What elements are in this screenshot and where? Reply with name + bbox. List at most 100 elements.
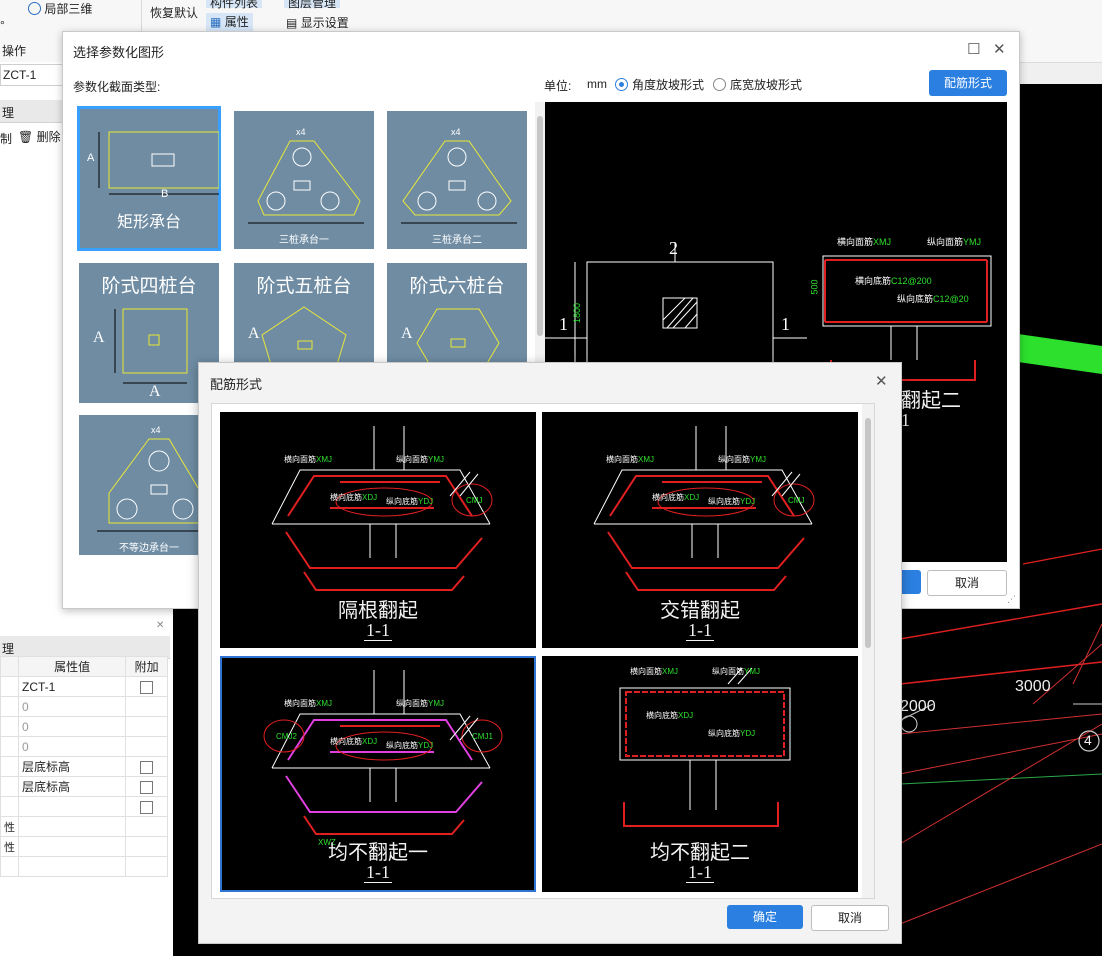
thumb-title: 三桩承台二 [432,235,482,246]
prop-value[interactable] [17,836,127,857]
prop-extra [125,816,168,837]
prop-row[interactable]: 0 [0,716,168,737]
resize-grip-icon[interactable]: ⋰ [1007,594,1016,605]
prop-name [0,696,19,717]
settings-icon: ▤ [286,16,298,30]
radio-width-slope[interactable]: 底宽放坡形式 [713,76,802,93]
prop-row[interactable]: 性 [0,816,168,837]
prop-extra-header: 附加 [125,656,168,677]
prop-value[interactable]: ZCT-1 [17,676,127,697]
rebar-option-card[interactable]: 横向面筋XMJ 纵向面筋YMJ 横向底筋XDJ 纵向底筋YDJ 均不翻起二 1-1 [542,656,858,892]
cancel-button[interactable]: 取消 [811,905,889,931]
thumb-three-pile-2[interactable]: x4 三桩承台二 [387,111,527,249]
prop-value[interactable] [17,796,127,817]
prop-value[interactable]: 0 [17,716,127,737]
prop-row[interactable]: 层底标高 [0,776,168,797]
thumb-rect-cap[interactable]: A B 矩形承台 [77,106,221,251]
prop-row[interactable]: ZCT-1 [0,676,168,697]
prop-row[interactable]: 层底标高 [0,756,168,777]
prop-row[interactable]: 0 [0,696,168,717]
section-mark-2: 2 [669,238,678,258]
extra-checkbox[interactable] [140,760,154,774]
close-icon[interactable]: ✕ [993,40,1006,58]
dim-1800: 1800 [572,302,583,324]
prop-row[interactable]: 性 [0,836,168,857]
prop-value[interactable] [17,856,127,877]
prop-value[interactable]: 层底标高 [17,756,127,777]
restore-default-button[interactable]: 恢复默认 [150,4,198,21]
rebar-option-title: 隔根翻起 [338,600,418,622]
prop-value[interactable]: 0 [17,696,127,717]
prop-extra [125,676,168,697]
prop-extra [125,736,168,757]
ok-button-hidden[interactable] [899,570,921,594]
preview-title-partial: 翻起二 [901,390,961,412]
globe-icon [28,2,41,15]
prop-row[interactable]: 0 [0,736,168,757]
prop-name [0,736,19,757]
dim-3000: 3000 [1015,678,1051,695]
close-icon[interactable]: ✕ [156,620,164,631]
prop-name [0,856,19,877]
maximize-icon[interactable]: ☐ [967,40,980,58]
options-scrollbar[interactable] [862,404,874,898]
local-3d-button[interactable]: 局部三维 [28,0,92,17]
properties-button[interactable]: ▦ 属性 [206,13,253,31]
dialog1-title: 选择参数化图形 [73,45,165,60]
component-name-field[interactable]: ZCT-1 [0,64,64,86]
ok-button[interactable]: 确定 [727,905,803,929]
delete-button[interactable]: 🗑 删除 [18,128,61,145]
copy-button[interactable]: 制 [0,130,12,147]
prop-row[interactable] [0,856,168,877]
prop-name [0,676,19,697]
extra-checkbox[interactable] [140,800,154,814]
rebar-option-sub: 1-1 [686,620,714,641]
section-mark-1-right: 1 [781,314,790,334]
prop-extra [125,716,168,737]
tab-manage[interactable]: 理 [2,104,14,121]
rebar-option-title: 均不翻起二 [650,842,750,864]
prop-row[interactable] [0,796,168,817]
dim-2000: 2000 [900,698,936,715]
prop-extra [125,796,168,817]
extra-checkbox[interactable] [140,780,154,794]
extra-checkbox[interactable] [140,680,154,694]
section-mark-1-left: 1 [559,314,568,334]
tab-manage-2[interactable]: 理 [2,640,14,657]
rebar-option-sub: 1-1 [686,862,714,883]
rebar-form-button[interactable]: 配筋形式 [929,70,1007,96]
prop-value[interactable] [17,816,127,837]
rebar-option-title: 交错翻起 [660,600,740,622]
prop-name: 性 [0,816,19,837]
radio-angle-slope[interactable]: 角度放坡形式 [615,76,704,93]
layer-manage-button[interactable]: 图层管理 [284,0,341,10]
preview-sub-partial: 1 [901,410,910,430]
display-settings-button[interactable]: ▤ 显示设置 [286,14,349,31]
close-icon[interactable]: ✕ [875,372,888,390]
rebar-form-dialog: 配筋形式 ✕ 横向面筋XMJ 纵向面筋YMJ 横向底筋XDJ 纵向底筋YDJ C… [198,362,902,944]
prop-extra [125,836,168,857]
prop-value[interactable]: 层底标高 [17,776,127,797]
unit-value: mm [587,77,607,91]
rebar-options-panel: 横向面筋XMJ 纵向面筋YMJ 横向底筋XDJ 纵向底筋YDJ CMJ 隔根翻起… [211,403,875,899]
rebar-option-card[interactable]: 横向面筋XMJ 纵向面筋YMJ 横向底筋XDJ 纵向底筋YDJ CMJ1 CMJ… [220,656,536,892]
radio-checked-icon [615,78,628,91]
radio-unchecked-icon [713,78,726,91]
green-beam [1018,334,1102,374]
prop-extra [125,776,168,797]
grid-icon: ▦ [210,15,222,29]
rebar-option-card[interactable]: 横向面筋XMJ 纵向面筋YMJ 横向底筋XDJ 纵向底筋YDJ CMJ 隔根翻起… [220,412,536,648]
prop-extra [125,756,168,777]
component-list-button[interactable]: 构件列表 [206,0,263,10]
dim-500: 500 [809,279,820,295]
prop-value[interactable]: 0 [17,736,127,757]
operation-group-label: 操作 [2,44,27,58]
thumb-three-pile-1[interactable]: x4 三桩承台一 [234,111,374,249]
unit-label: 单位: [544,79,572,93]
axis-4-label: 4 [1084,732,1092,748]
prop-close-row: ✕ [0,620,170,634]
rebar-option-sub: 1-1 [364,620,392,641]
rebar-option-card[interactable]: 横向面筋XMJ 纵向面筋YMJ 横向底筋XDJ 纵向底筋YDJ CMJ 交错翻起… [542,412,858,648]
dialog1-cancel-button[interactable]: 取消 [927,570,1007,596]
prop-name: 性 [0,836,19,857]
